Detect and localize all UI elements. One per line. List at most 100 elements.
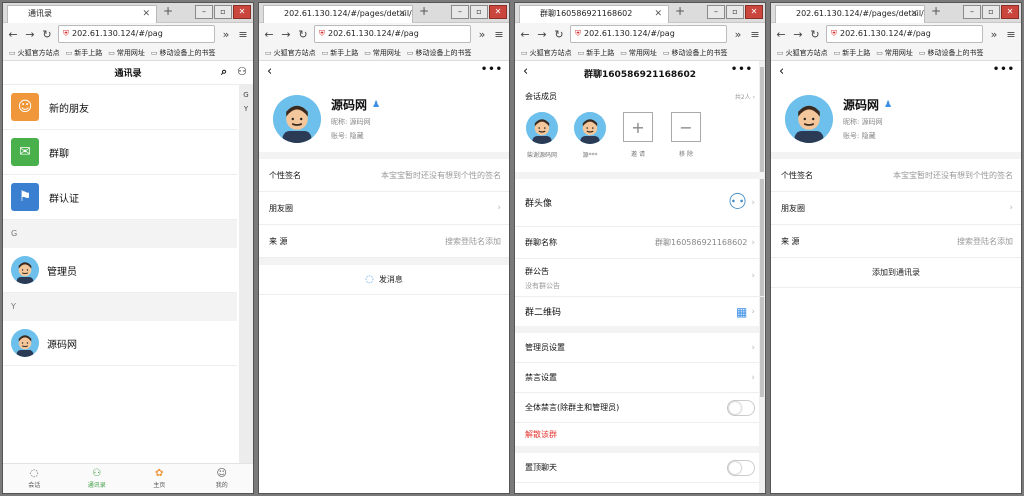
moments-row[interactable]: 朋友圈 › <box>259 192 509 225</box>
new-tab-icon[interactable]: + <box>931 4 941 18</box>
admin-settings-row[interactable]: 管理员设置 › <box>515 333 765 363</box>
url-bar[interactable]: ⛨ 202.61.130.124/#/pag <box>314 25 471 43</box>
reload-icon[interactable]: ↻ <box>553 28 565 41</box>
more-icon[interactable]: ••• <box>731 64 753 75</box>
bookmark-item[interactable]: 火狐官方站点 <box>9 48 60 58</box>
reload-icon[interactable]: ↻ <box>41 28 53 41</box>
members-count[interactable]: 共2人 › <box>735 92 755 101</box>
overflow-icon[interactable]: » <box>988 28 1000 41</box>
bookmark-item[interactable]: 新手上路 <box>578 48 614 58</box>
back-icon[interactable]: ← <box>263 28 275 41</box>
overflow-icon[interactable]: » <box>220 28 232 41</box>
invite-button[interactable]: + 邀 请 <box>621 112 655 159</box>
send-message-button[interactable]: ◌ 发消息 <box>259 265 509 295</box>
menu-icon[interactable]: ≡ <box>749 28 761 41</box>
reload-icon[interactable]: ↻ <box>297 28 309 41</box>
new-tab-icon[interactable]: + <box>675 4 685 18</box>
url-bar[interactable]: ⛨ 202.61.130.124/#/pag <box>826 25 983 43</box>
tab-home[interactable]: ✿ 主页 <box>128 464 191 493</box>
bookmark-item[interactable]: 新手上路 <box>322 48 358 58</box>
bookmark-item[interactable]: 移动设备上的书签 <box>407 48 472 58</box>
group-verify-item[interactable]: ⚑ 群认证 <box>3 175 237 220</box>
group-chat-item[interactable]: ✉ 群聊 <box>3 130 237 175</box>
back-chevron-icon[interactable]: ‹ <box>267 64 272 79</box>
add-user-icon[interactable]: ⚇ <box>237 65 247 79</box>
close-window-icon[interactable]: ✕ <box>489 5 507 19</box>
maximize-icon[interactable]: ▫ <box>214 5 232 19</box>
tab-close-icon[interactable]: ✕ <box>398 6 406 22</box>
minimize-icon[interactable]: – <box>963 5 981 19</box>
bookmark-item[interactable]: 常用网址 <box>620 48 657 58</box>
url-bar[interactable]: ⛨ 202.61.130.124/#/pag <box>570 25 727 43</box>
tab-chats[interactable]: ◌ 会话 <box>3 464 66 493</box>
bookmark-item[interactable]: 移动设备上的书签 <box>919 48 984 58</box>
close-window-icon[interactable]: ✕ <box>233 5 251 19</box>
search-icon[interactable]: ⌕ <box>221 65 227 79</box>
overflow-icon[interactable]: » <box>732 28 744 41</box>
remove-button[interactable]: − 移 除 <box>669 112 703 159</box>
mute-all-toggle[interactable] <box>727 399 755 416</box>
tab-contacts[interactable]: ⚇ 通讯录 <box>66 464 129 493</box>
index-letter[interactable]: G <box>239 91 253 99</box>
bookmark-item[interactable]: 常用网址 <box>876 48 913 58</box>
minimize-icon[interactable]: – <box>707 5 725 19</box>
close-window-icon[interactable]: ✕ <box>745 5 763 19</box>
browser-tab[interactable]: 202.61.130.124/#/pages/detail/✕ <box>263 5 413 23</box>
menu-icon[interactable]: ≡ <box>493 28 505 41</box>
forward-icon[interactable]: → <box>536 28 548 41</box>
forward-icon[interactable]: → <box>24 28 36 41</box>
more-icon[interactable]: ••• <box>993 64 1015 75</box>
maximize-icon[interactable]: ▫ <box>470 5 488 19</box>
member-item[interactable]: 柴谢源码网 <box>525 112 559 159</box>
group-notice-row[interactable]: 群公告 没有群公告 › <box>515 259 765 297</box>
bookmark-item[interactable]: 新手上路 <box>834 48 870 58</box>
tab-close-icon[interactable]: ✕ <box>654 6 662 22</box>
contact-item[interactable]: 管理员 <box>3 248 237 293</box>
bookmark-item[interactable]: 常用网址 <box>364 48 401 58</box>
more-icon[interactable]: ••• <box>481 64 503 75</box>
group-avatar-row[interactable]: 群头像 ⚇ › <box>515 179 765 227</box>
browser-tab[interactable]: 群聊160586921168602 ✕ <box>519 5 669 23</box>
moments-row[interactable]: 朋友圈 › <box>771 192 1021 225</box>
pin-chat-toggle[interactable] <box>727 459 755 476</box>
bookmark-item[interactable]: 常用网址 <box>108 48 145 58</box>
new-friends-item[interactable]: ☺ 新的朋友 <box>3 85 237 130</box>
close-window-icon[interactable]: ✕ <box>1001 5 1019 19</box>
back-chevron-icon[interactable]: ‹ <box>779 64 784 79</box>
bookmark-item[interactable]: 火狐官方站点 <box>521 48 572 58</box>
group-qrcode-row[interactable]: 群二维码 ▦ › <box>515 297 765 333</box>
bookmark-item[interactable]: 移动设备上的书签 <box>151 48 216 58</box>
back-icon[interactable]: ← <box>775 28 787 41</box>
new-tab-icon[interactable]: + <box>163 4 173 18</box>
tab-close-icon[interactable]: ✕ <box>910 6 918 22</box>
add-contact-button[interactable]: 添加到通讯录 <box>771 258 1021 288</box>
bookmark-item[interactable]: 新手上路 <box>66 48 102 58</box>
reload-icon[interactable]: ↻ <box>809 28 821 41</box>
forward-icon[interactable]: → <box>792 28 804 41</box>
forward-icon[interactable]: → <box>280 28 292 41</box>
contact-item[interactable]: 源码网 <box>3 321 237 366</box>
bookmark-item[interactable]: 火狐官方站点 <box>777 48 828 58</box>
mute-settings-row[interactable]: 禁言设置 › <box>515 363 765 393</box>
browser-tab[interactable]: 202.61.130.124/#/pages/detail/✕ <box>775 5 925 23</box>
member-item[interactable]: 源*** <box>573 112 607 159</box>
index-letter[interactable]: Y <box>239 105 253 113</box>
menu-icon[interactable]: ≡ <box>1005 28 1017 41</box>
group-name-row[interactable]: 群聊名称 群聊160586921168602 › <box>515 227 765 259</box>
bookmark-item[interactable]: 移动设备上的书签 <box>663 48 728 58</box>
menu-icon[interactable]: ≡ <box>237 28 249 41</box>
new-tab-icon[interactable]: + <box>419 4 429 18</box>
back-icon[interactable]: ← <box>7 28 19 41</box>
bookmark-item[interactable]: 火狐官方站点 <box>265 48 316 58</box>
back-icon[interactable]: ← <box>519 28 531 41</box>
tab-close-icon[interactable]: ✕ <box>142 6 150 22</box>
tab-me[interactable]: ☺ 我的 <box>191 464 254 493</box>
browser-tab[interactable]: 通讯录 ✕ <box>7 5 157 23</box>
minimize-icon[interactable]: – <box>195 5 213 19</box>
index-bar[interactable]: G Y <box>239 85 253 463</box>
back-chevron-icon[interactable]: ‹ <box>523 64 528 79</box>
minimize-icon[interactable]: – <box>451 5 469 19</box>
dissolve-group-button[interactable]: 解散该群 <box>515 423 765 453</box>
maximize-icon[interactable]: ▫ <box>982 5 1000 19</box>
overflow-icon[interactable]: » <box>476 28 488 41</box>
